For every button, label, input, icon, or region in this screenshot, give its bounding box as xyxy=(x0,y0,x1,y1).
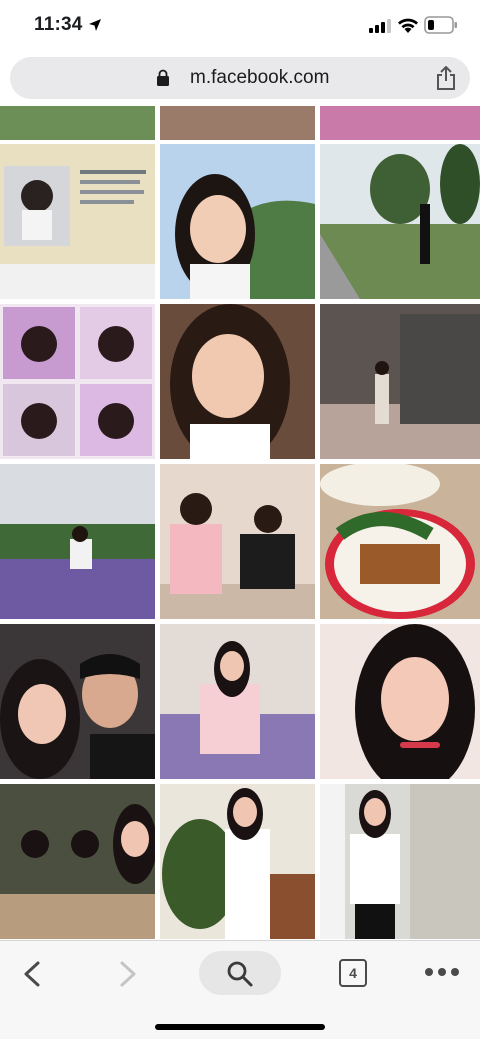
cafe-chairs-photo[interactable] xyxy=(160,624,315,779)
photo-partial-3[interactable] xyxy=(320,106,480,140)
wifi-icon xyxy=(398,18,418,33)
lock-icon xyxy=(157,69,169,86)
photo-grid xyxy=(0,106,480,940)
more-dots-icon[interactable] xyxy=(424,967,460,977)
close-up-selfie-image xyxy=(160,304,315,459)
close-up-selfie-photo[interactable] xyxy=(160,304,315,459)
tabs-button[interactable]: 4 xyxy=(339,959,367,987)
browser-toolbar: 4 xyxy=(0,940,480,1039)
food-plate-photo[interactable] xyxy=(320,464,480,619)
license-card-image xyxy=(0,144,155,299)
couple-selfie-photo[interactable] xyxy=(0,624,155,779)
group-dinner-photo[interactable] xyxy=(0,784,155,939)
signal-icon xyxy=(369,19,391,33)
photo-partial-2[interactable] xyxy=(160,106,315,140)
portrait-photo[interactable] xyxy=(320,624,480,779)
couple-selfie-image xyxy=(0,624,155,779)
lavender-field-image xyxy=(0,464,155,619)
back-arrow-icon[interactable] xyxy=(18,959,48,989)
portrait-image xyxy=(320,624,480,779)
office-cabinet-photo[interactable] xyxy=(320,784,480,939)
temple-steps-image xyxy=(320,304,480,459)
selfie-forest-photo[interactable] xyxy=(160,144,315,299)
driver-license-photo[interactable] xyxy=(0,144,155,299)
food-plate-image xyxy=(320,464,480,619)
collage-photo[interactable] xyxy=(0,304,155,459)
selfie-forest-image xyxy=(160,144,315,299)
status-time: 11:34 xyxy=(34,14,83,35)
office-cabinet-image xyxy=(320,784,480,939)
battery-icon xyxy=(424,16,457,34)
share-icon[interactable] xyxy=(435,66,457,90)
path-trees-photo[interactable] xyxy=(320,144,480,299)
office-plant-photo[interactable] xyxy=(160,784,315,939)
restaurant-couple-photo[interactable] xyxy=(160,464,315,619)
office-plant-image xyxy=(160,784,315,939)
forward-arrow-icon[interactable] xyxy=(112,959,142,989)
lavender-field-photo[interactable] xyxy=(0,464,155,619)
restaurant-couple-image xyxy=(160,464,315,619)
location-arrow-icon xyxy=(89,19,101,31)
cafe-chairs-image xyxy=(160,624,315,779)
status-bar: 11:34 xyxy=(0,0,480,50)
home-indicator xyxy=(155,1024,325,1030)
address-bar[interactable]: m.facebook.com xyxy=(10,57,470,99)
path-trees-image xyxy=(320,144,480,299)
temple-steps-photo[interactable] xyxy=(320,304,480,459)
search-icon xyxy=(227,961,253,987)
photo-partial-1[interactable] xyxy=(0,106,155,140)
group-dinner-image xyxy=(0,784,155,939)
search-button[interactable] xyxy=(199,951,281,995)
collage-image xyxy=(0,304,155,459)
url-text[interactable]: m.facebook.com xyxy=(190,67,329,89)
